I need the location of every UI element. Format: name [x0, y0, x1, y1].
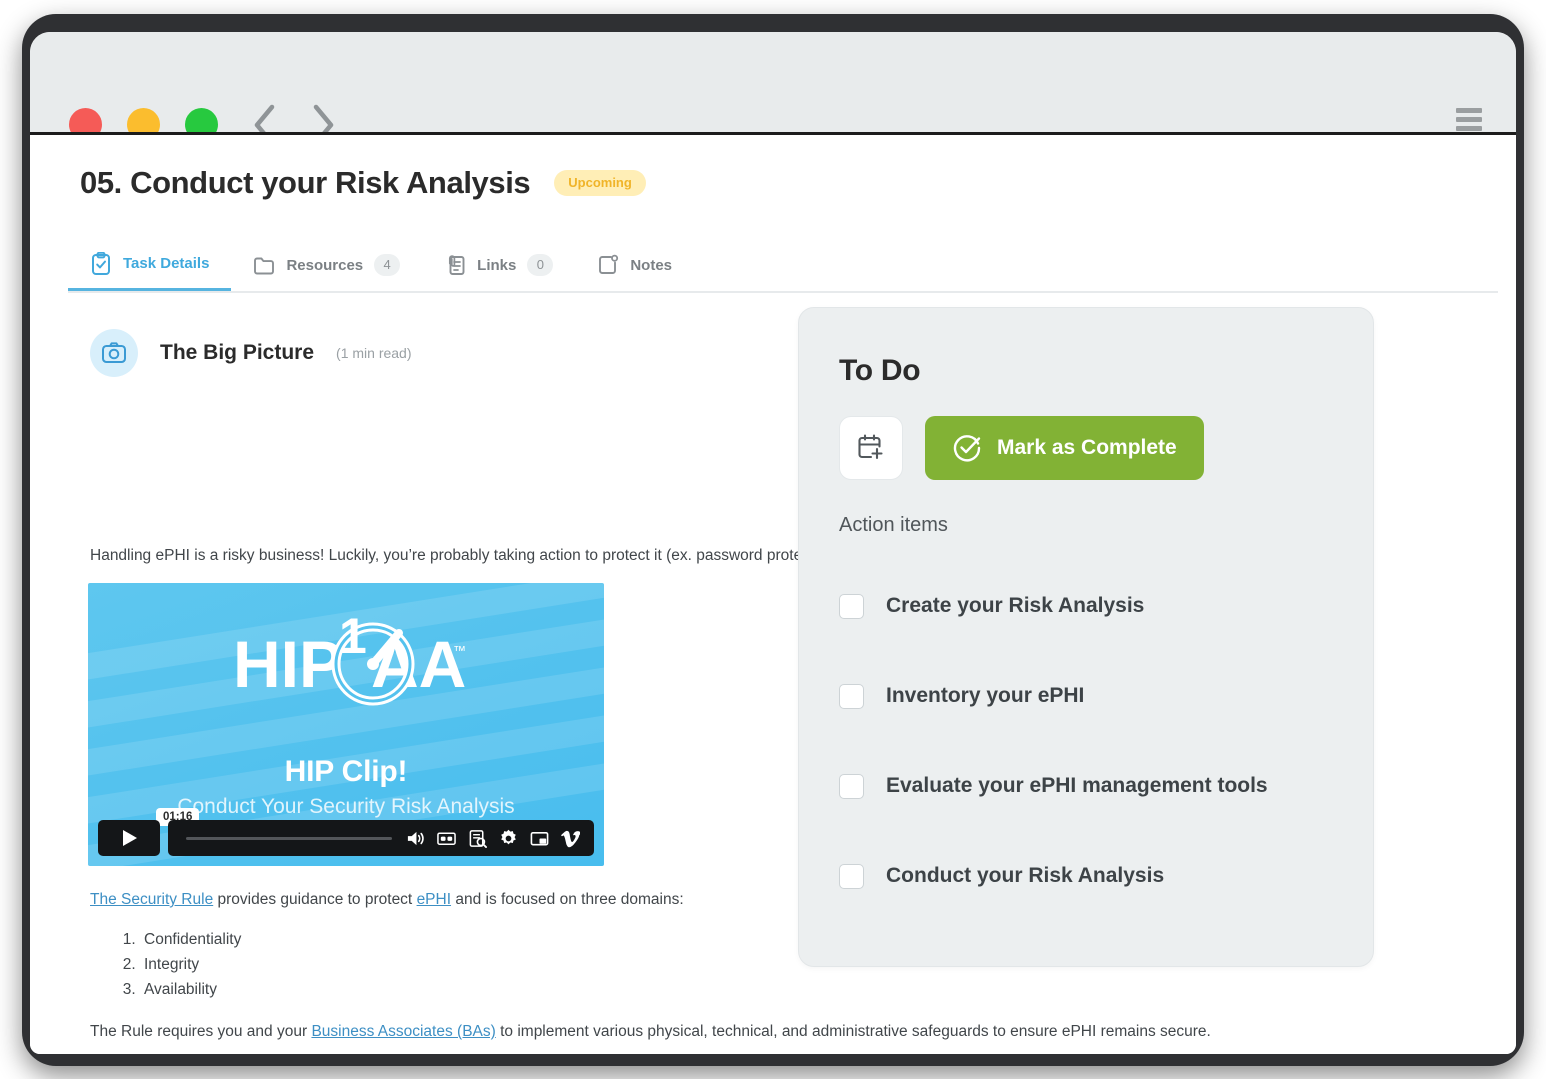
tab-count-badge: 4 — [374, 254, 401, 276]
tab-label: Links — [477, 256, 517, 274]
action-items-list: Create your Risk Analysis Inventory your… — [839, 561, 1333, 921]
action-item-label: Evaluate your ePHI management tools — [886, 774, 1268, 797]
window-titlebar — [30, 32, 1516, 146]
action-item[interactable]: Evaluate your ePHI management tools — [839, 741, 1333, 831]
action-item-checkbox[interactable] — [839, 683, 864, 709]
tab-bar: Task Details Resources 4 Links 0 Notes — [68, 239, 1498, 293]
list-item: Integrity — [140, 952, 241, 977]
vimeo-logo-icon[interactable] — [561, 829, 580, 848]
tab-notes[interactable]: Notes — [575, 239, 694, 291]
svg-text:AA: AA — [371, 627, 466, 701]
tab-label: Task Details — [123, 255, 210, 272]
tab-resources[interactable]: Resources 4 — [231, 239, 422, 291]
action-item[interactable]: Inventory your ePHI — [839, 651, 1333, 741]
picture-in-picture-icon[interactable] — [530, 829, 549, 848]
action-item-checkbox[interactable] — [839, 773, 864, 799]
rule-requires-paragraph: The Rule requires you and your Business … — [90, 1019, 1490, 1044]
security-rule-end-text: and is focused on three domains: — [451, 891, 684, 908]
volume-icon[interactable] — [406, 829, 425, 848]
settings-gear-icon[interactable] — [499, 829, 518, 848]
action-item-label: Create your Risk Analysis — [886, 594, 1145, 617]
calendar-add-icon[interactable] — [839, 416, 903, 480]
rule-requires-pre-text: The Rule requires you and your — [90, 1023, 312, 1040]
action-item-label: Inventory your ePHI — [886, 684, 1085, 707]
clipboard-check-icon — [92, 251, 110, 275]
business-associates-link[interactable]: Business Associates (BAs) — [311, 1023, 495, 1040]
list-item: Availability — [140, 977, 241, 1002]
todo-title: To Do — [839, 354, 921, 387]
security-rule-mid-text: provides guidance to protect — [213, 891, 417, 908]
read-time-label: (1 min read) — [336, 345, 412, 361]
action-item-label: Conduct your Risk Analysis — [886, 864, 1165, 887]
action-item[interactable]: Create your Risk Analysis — [839, 561, 1333, 651]
mark-as-complete-button[interactable]: Mark as Complete — [925, 416, 1204, 480]
video-title: HIP Clip! — [284, 755, 408, 788]
action-item[interactable]: Conduct your Risk Analysis — [839, 831, 1333, 921]
hamburger-bar — [1456, 126, 1482, 131]
sticky-note-icon — [599, 254, 619, 274]
tab-count-badge: 0 — [527, 254, 554, 276]
hipaa10-logo: HIP AA 1 ™ — [88, 609, 604, 721]
section-header: The Big Picture (1 min read) — [90, 329, 412, 377]
browser-window-frame: 05. Conduct your Risk Analysis Upcoming … — [22, 14, 1524, 1066]
action-item-checkbox[interactable] — [839, 593, 864, 619]
video-control-bar — [168, 820, 594, 856]
mark-as-complete-label: Mark as Complete — [997, 436, 1177, 459]
closed-captions-icon[interactable] — [437, 829, 456, 848]
list-item: Confidentiality — [140, 927, 241, 952]
tab-label: Notes — [630, 256, 673, 274]
video-controls — [406, 829, 594, 848]
check-circle-icon — [953, 435, 981, 462]
security-rule-link[interactable]: The Security Rule — [90, 891, 213, 908]
browser-window-inner: 05. Conduct your Risk Analysis Upcoming … — [30, 32, 1516, 1054]
hamburger-bar — [1456, 117, 1482, 122]
svg-text:1: 1 — [339, 609, 367, 664]
tab-task-details[interactable]: Task Details — [68, 239, 232, 291]
ephi-link[interactable]: ePHI — [417, 891, 451, 908]
video-progress-scrubber[interactable] — [186, 836, 392, 840]
title-row: 05. Conduct your Risk Analysis Upcoming — [80, 165, 646, 201]
svg-text:™: ™ — [453, 643, 466, 658]
page-title: 05. Conduct your Risk Analysis — [80, 165, 531, 200]
transcript-icon[interactable] — [468, 829, 487, 848]
hamburger-bar — [1456, 108, 1482, 113]
action-items-label: Action items — [839, 514, 948, 536]
rule-requires-post-text: to implement various physical, technical… — [495, 1023, 1211, 1040]
camera-icon — [90, 329, 138, 377]
tab-links[interactable]: Links 0 — [422, 239, 575, 291]
todo-panel: To Do Mark as Complete Action items Crea… — [798, 307, 1374, 967]
folder-icon — [254, 257, 275, 275]
action-item-checkbox[interactable] — [839, 863, 864, 889]
tab-label: Resources — [286, 256, 364, 274]
section-title: The Big Picture — [160, 341, 315, 364]
svg-text:HIP: HIP — [233, 627, 343, 701]
security-domains-list: Confidentiality Integrity Availability — [118, 927, 241, 1002]
status-badge: Upcoming — [554, 170, 646, 196]
paperclip-document-icon — [449, 255, 465, 275]
video-player[interactable]: HIP AA 1 ™ HIP Clip! Conduct Your Securi… — [88, 583, 604, 866]
todo-action-buttons: Mark as Complete — [839, 416, 1333, 480]
page-content: 05. Conduct your Risk Analysis Upcoming … — [30, 132, 1516, 1054]
play-icon[interactable] — [98, 820, 160, 856]
hamburger-menu-icon[interactable] — [1456, 108, 1482, 131]
